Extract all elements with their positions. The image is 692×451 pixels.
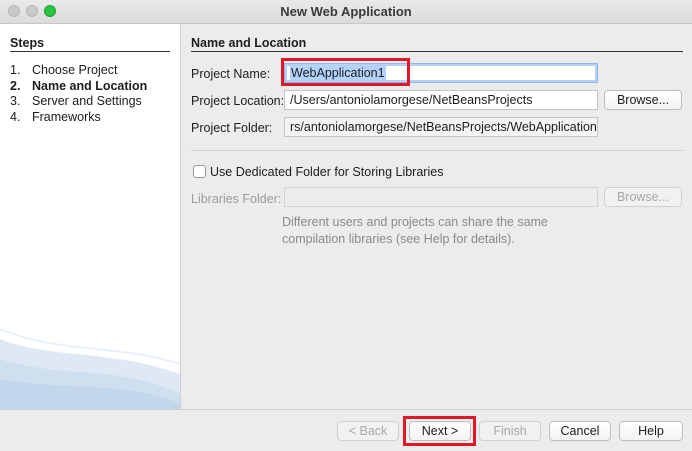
back-button: < Back: [337, 421, 399, 441]
button-bar: < Back Next > Finish Cancel Help: [0, 409, 692, 451]
step-label: Server and Settings: [32, 94, 142, 108]
step-item-server-and-settings: 3. Server and Settings: [10, 94, 147, 110]
step-item-name-and-location: 2. Name and Location: [10, 79, 147, 95]
new-web-application-dialog: New Web Application Steps 1. Choose Proje…: [0, 0, 692, 451]
title-bar: New Web Application: [0, 0, 692, 24]
hint-line-2: compilation libraries (see Help for deta…: [282, 232, 515, 246]
step-number: 2.: [10, 78, 21, 93]
finish-button: Finish: [479, 421, 541, 441]
cancel-button[interactable]: Cancel: [549, 421, 611, 441]
libraries-folder-browse-button: Browse...: [604, 187, 682, 207]
project-folder-field: rs/antoniolamorgese/NetBeansProjects/Web…: [284, 117, 598, 137]
project-location-label: Project Location:: [191, 94, 285, 108]
window-title: New Web Application: [280, 4, 412, 19]
dedicated-folder-label: Use Dedicated Folder for Storing Librari…: [210, 165, 444, 179]
step-label: Frameworks: [32, 109, 101, 124]
section-heading: Name and Location: [191, 36, 683, 52]
step-number: 3.: [10, 94, 21, 108]
libraries-folder-label: Libraries Folder:: [191, 192, 282, 206]
step-number: 1.: [10, 63, 21, 77]
highlight-box: [281, 58, 410, 86]
libraries-hint: Different users and projects can share t…: [282, 214, 582, 248]
steps-heading: Steps: [10, 36, 170, 52]
project-folder-label: Project Folder:: [191, 121, 273, 135]
decorative-wave-graphic: [0, 328, 180, 409]
project-location-input[interactable]: /Users/antoniolamorgese/NetBeansProjects: [284, 90, 598, 110]
section-divider: [191, 150, 683, 151]
highlight-box: [403, 416, 476, 446]
project-name-label: Project Name:: [191, 67, 271, 81]
step-item-frameworks: 4. Frameworks: [10, 110, 147, 126]
step-label: Choose Project: [32, 63, 118, 77]
steps-list: 1. Choose Project 2. Name and Location 3. S…: [10, 63, 147, 125]
main-panel: Name and Location Project Name: WebAppli…: [181, 24, 692, 409]
step-item-choose-project: 1. Choose Project: [10, 63, 147, 79]
help-button[interactable]: Help: [619, 421, 683, 441]
steps-panel: Steps 1. Choose Project 2. Name and Locati…: [0, 24, 181, 409]
hint-line-1: Different users and projects can share t…: [282, 215, 548, 229]
dedicated-folder-checkbox[interactable]: [193, 165, 206, 178]
libraries-folder-input: [284, 187, 598, 207]
step-label: Name and Location: [32, 78, 148, 93]
project-location-browse-button[interactable]: Browse...: [604, 90, 682, 110]
step-number: 4.: [10, 109, 21, 124]
